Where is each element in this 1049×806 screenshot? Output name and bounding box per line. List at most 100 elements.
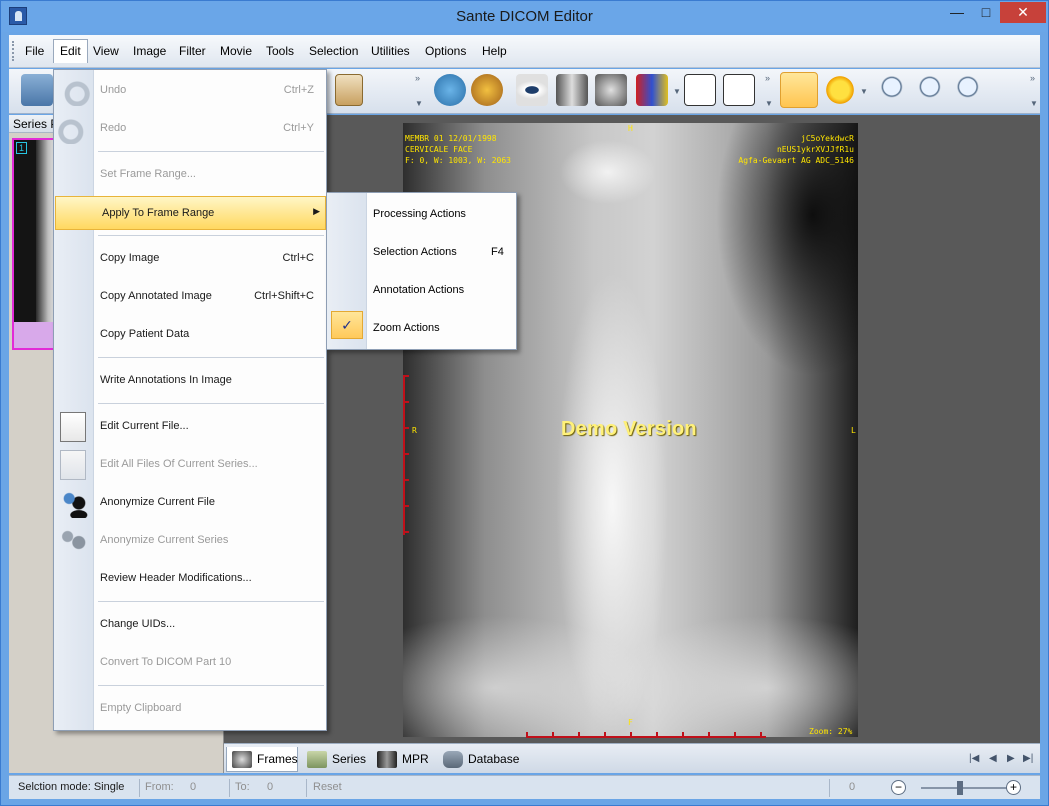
menu-file[interactable]: File <box>19 39 50 63</box>
zoom-out-button[interactable]: − <box>891 780 906 795</box>
menu-item-label: Change UIDs... <box>100 618 176 630</box>
menu-item-copy-image[interactable]: Copy Image Ctrl+C <box>54 242 326 276</box>
series-icon <box>307 751 327 768</box>
menu-item-anonymize-series[interactable]: Anonymize Current Series <box>54 524 326 558</box>
clipboard-icon[interactable] <box>335 74 363 106</box>
settings-gear-icon[interactable] <box>471 74 503 106</box>
toolbar-overflow-chevron-2[interactable]: » <box>765 73 770 83</box>
menu-item-apply-frame-range[interactable]: Apply To Frame Range ▶ <box>55 196 326 230</box>
menu-separator <box>98 357 324 358</box>
tab-database[interactable]: Database <box>438 747 528 772</box>
menu-item-label: Anonymize Current Series <box>100 534 229 546</box>
menu-separator <box>98 601 324 602</box>
menu-utilities[interactable]: Utilities <box>365 39 416 63</box>
menu-item-copy-annotated-image[interactable]: Copy Annotated Image Ctrl+Shift+C <box>54 280 326 314</box>
submenu-item-selection[interactable]: Selection Actions F4 <box>327 231 516 269</box>
toolbar-overflow-dropdown[interactable]: ▼ <box>415 99 423 108</box>
menu-filter[interactable]: Filter <box>173 39 212 63</box>
overlay-line: MEMBR 01 12/01/1998 <box>405 134 497 143</box>
close-button[interactable]: ✕ <box>1000 2 1046 23</box>
hand-pan-icon[interactable] <box>780 72 818 108</box>
menu-item-set-frame-range[interactable]: Set Frame Range... <box>54 158 326 192</box>
move-icon[interactable] <box>723 74 755 106</box>
last-page-icon[interactable]: ▶| <box>1023 753 1033 764</box>
menu-edit[interactable]: Edit <box>53 39 88 63</box>
menubar-grip[interactable] <box>12 41 16 61</box>
menu-item-edit-current-file[interactable]: Edit Current File... <box>54 410 326 444</box>
menu-item-edit-all-files[interactable]: Edit All Files Of Current Series... <box>54 448 326 482</box>
zoom-in-button[interactable]: + <box>1006 780 1021 795</box>
menu-item-label: Review Header Modifications... <box>100 572 252 584</box>
mpr-icon <box>377 751 397 768</box>
prev-page-icon[interactable]: ◀ <box>989 753 997 764</box>
menu-item-copy-patient-data[interactable]: Copy Patient Data <box>54 318 326 352</box>
notepad-check-icon <box>60 450 86 480</box>
to-value: 0 <box>267 781 274 793</box>
brightness-dropdown[interactable]: ▼ <box>860 87 868 96</box>
zoom-in-icon[interactable] <box>955 74 987 106</box>
menu-view[interactable]: View <box>87 39 125 63</box>
overlay-line: nEUS1ykrXVJJfR1u <box>776 145 854 154</box>
sync-icon[interactable] <box>434 74 466 106</box>
submenu-item-shortcut: F4 <box>491 246 504 258</box>
reset-button[interactable]: Reset <box>313 781 342 793</box>
tab-label: Series <box>332 752 367 766</box>
menu-image[interactable]: Image <box>127 39 172 63</box>
window-title: Sante DICOM Editor <box>456 8 593 25</box>
menu-item-undo[interactable]: Undo Ctrl+Z <box>54 74 326 108</box>
minimize-button[interactable]: — <box>942 2 972 23</box>
color-lut-icon[interactable] <box>636 74 668 106</box>
menu-options[interactable]: Options <box>419 39 472 63</box>
zoom-slider-track[interactable] <box>921 787 1013 789</box>
menu-item-write-annotations[interactable]: Write Annotations In Image <box>54 364 326 398</box>
zoom-slider-handle[interactable] <box>957 781 963 795</box>
window-icon[interactable] <box>684 74 716 106</box>
submenu-item-annotation[interactable]: Annotation Actions <box>327 269 516 307</box>
title-bar: Sante DICOM Editor — □ ✕ <box>1 1 1048 32</box>
brain-scan-icon[interactable] <box>595 74 627 106</box>
menu-item-empty-clipboard[interactable]: Empty Clipboard <box>54 692 326 726</box>
menu-separator <box>98 403 324 404</box>
app-window: Sante DICOM Editor — □ ✕ File Edit View … <box>0 0 1049 806</box>
toolbar-overflow-dropdown-2[interactable]: ▼ <box>765 99 773 108</box>
thumbnail-footer <box>14 322 54 348</box>
toolbar-overflow-chevron-3[interactable]: » <box>1030 73 1035 83</box>
chest-xray-icon[interactable] <box>556 74 588 106</box>
next-page-icon[interactable]: ▶ <box>1007 753 1015 764</box>
menu-tools[interactable]: Tools <box>260 39 300 63</box>
zoom-readout: Zoom: 27% <box>809 727 853 736</box>
notepad-edit-icon <box>60 412 86 442</box>
menu-item-label: Apply To Frame Range <box>102 207 215 219</box>
menu-item-change-uids[interactable]: Change UIDs... <box>54 608 326 642</box>
brightness-sun-icon[interactable] <box>824 74 856 106</box>
menu-help[interactable]: Help <box>476 39 513 63</box>
submenu-item-zoom[interactable]: ✓ Zoom Actions <box>327 307 516 345</box>
toolbar-overflow-dropdown-3[interactable]: ▼ <box>1030 99 1038 108</box>
menu-selection[interactable]: Selection <box>303 39 364 63</box>
menu-item-redo[interactable]: Redo Ctrl+Y <box>54 112 326 146</box>
menu-movie[interactable]: Movie <box>214 39 258 63</box>
tab-frames[interactable]: Frames <box>226 747 298 772</box>
tab-mpr[interactable]: MPR <box>372 747 434 772</box>
maximize-button[interactable]: □ <box>972 2 1000 23</box>
menu-item-convert-dicom[interactable]: Convert To DICOM Part 10 <box>54 646 326 680</box>
series-thumbnail[interactable]: 1 <box>12 138 56 350</box>
from-label: From: <box>145 781 174 793</box>
tab-series[interactable]: Series <box>302 747 370 772</box>
color-lut-dropdown[interactable]: ▼ <box>673 87 681 96</box>
overlay-line: F: 0, W: 1003, W: 2063 <box>405 156 511 165</box>
submenu-item-processing[interactable]: Processing Actions <box>327 193 516 231</box>
submenu-item-label: Zoom Actions <box>373 322 440 334</box>
open-folder-icon[interactable] <box>21 74 53 106</box>
magnifier-icon[interactable] <box>879 74 911 106</box>
overlay-line: CERVICALE FACE <box>405 145 473 154</box>
first-page-icon[interactable]: |◀ <box>969 753 979 764</box>
toolbar-overflow-chevron[interactable]: » <box>415 73 420 83</box>
menu-item-review-header[interactable]: Review Header Modifications... <box>54 562 326 596</box>
eye-icon[interactable] <box>516 74 548 106</box>
zoom-fit-icon[interactable] <box>917 74 949 106</box>
orientation-marker-right: R <box>412 426 417 435</box>
menu-item-anonymize-file[interactable]: Anonymize Current File <box>54 486 326 520</box>
selection-mode-text: Selction mode: Single <box>18 781 125 793</box>
menu-item-label: Undo <box>100 84 127 96</box>
